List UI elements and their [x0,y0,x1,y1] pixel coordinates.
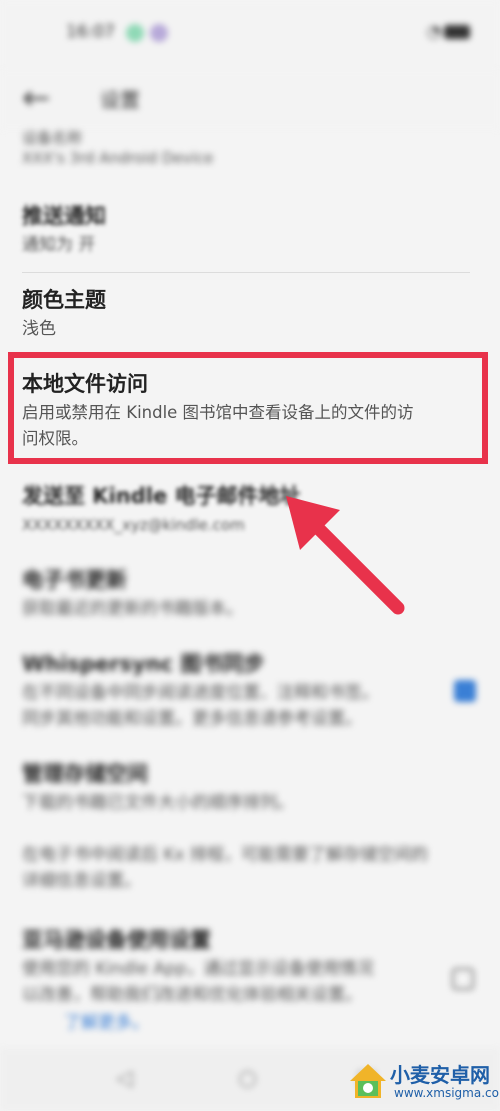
settings-row-manage-storage[interactable]: 管理存储空间 下载的书籍已文件大小的顺序排列。 [22,760,470,816]
divider [22,272,470,273]
learn-more-link[interactable]: 了解更多。 [64,1008,149,1033]
notification-dot-icon [150,24,168,42]
back-arrow-icon[interactable]: ← [22,78,51,118]
row-title: 亚马逊设备使用设置 [22,928,211,952]
device-usage-checkbox[interactable] [452,968,474,990]
settings-row-push-notifications[interactable]: 推送通知 通知为 开 [22,202,470,258]
status-bar: 16:07 ◔▮▮ [0,0,500,70]
watermark-name: 小麦安卓网 [390,1063,490,1087]
page-title: 设置 [100,88,140,112]
watermark-url: www.xmsigma.com [394,1086,500,1100]
settings-row-device-usage[interactable]: 亚马逊设备使用设置 使用您的 Kindle App，通过显示设备使用情况 以改善… [22,926,420,1008]
row-subtitle: 在不同设备中同步阅读进度位置、注释和书签。 同步其他功能和设置。更多信息请参考设… [22,683,379,729]
row-subtitle: 浅色 [22,319,56,339]
nav-home-icon[interactable]: ○ [238,1066,257,1091]
settings-row-whispersync[interactable]: Whispersync 图书同步 在不同设备中同步阅读进度位置、注释和书签。 同… [22,650,430,732]
settings-row-storage-info: 在电子书中阅读后 Kx 排程，可能需要了解存储空间的 详细信息设置。 [22,840,470,894]
row-title: 管理存储空间 [22,762,148,786]
row-title: 设备名称 [22,129,83,147]
watermark-logo: 小麦安卓网 www.xmsigma.com [348,1057,500,1107]
nav-back-icon[interactable]: ◁ [116,1066,133,1091]
row-title: Whispersync 图书同步 [22,652,265,676]
row-subtitle: 通知为 开 [22,235,96,255]
house-logo-icon [350,1064,386,1098]
whispersync-checkbox[interactable] [454,680,476,702]
app-bar: ← 设置 [0,70,500,130]
row-title: 颜色主题 [22,288,106,312]
settings-row-device-name[interactable]: 设备名称 XXX's 3rd Android Device [22,128,470,168]
pointer-arrow-icon [286,496,405,615]
row-title: 推送通知 [22,204,106,228]
highlight-box [8,352,488,464]
settings-row-color-theme[interactable]: 颜色主题 浅色 [22,286,470,342]
wifi-icon: ◔ [426,22,446,42]
row-subtitle: 使用您的 Kindle App，通过显示设备使用情况 以改善，帮助我们改进和优化… [22,959,374,1005]
status-time: 16:07 [66,22,115,42]
row-subtitle: XXX's 3rd Android Device [22,149,214,167]
battery-icon [444,25,470,39]
row-subtitle: 下载的书籍已文件大小的顺序排列。 [22,793,294,813]
row-subtitle: 在电子书中阅读后 Kx 排程，可能需要了解存储空间的 详细信息设置。 [22,845,429,891]
notification-dot-icon [126,24,144,42]
